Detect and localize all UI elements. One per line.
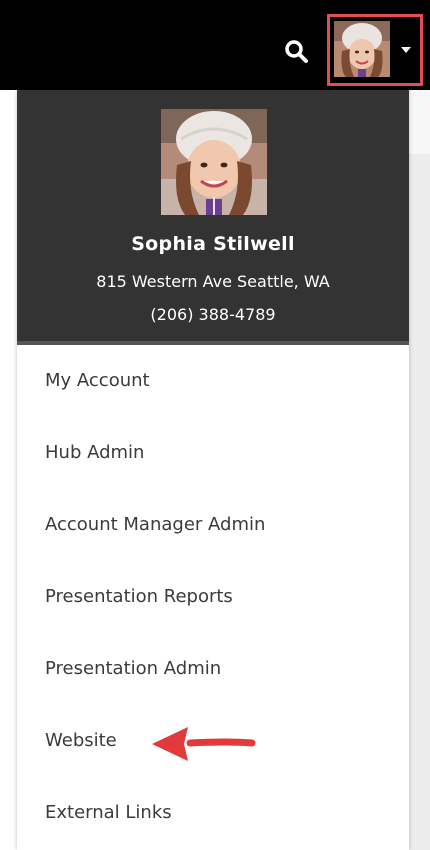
menu-item-account-manager-admin[interactable]: Account Manager Admin (17, 489, 409, 561)
page: Sophia Stilwell 815 Western Ave Seattle,… (0, 0, 430, 850)
avatar (334, 21, 390, 77)
profile-phone: (206) 388-4789 (150, 305, 276, 324)
user-menu-toggle[interactable] (327, 14, 423, 86)
search-button[interactable] (282, 37, 312, 67)
account-menu: My Account Hub Admin Account Manager Adm… (17, 345, 409, 849)
top-nav-bar (0, 0, 430, 90)
menu-item-presentation-admin[interactable]: Presentation Admin (17, 633, 409, 705)
menu-item-external-links[interactable]: External Links (17, 777, 409, 849)
menu-item-presentation-reports[interactable]: Presentation Reports (17, 561, 409, 633)
caret-down-icon (401, 47, 411, 53)
profile-card: Sophia Stilwell 815 Western Ave Seattle,… (17, 90, 409, 345)
search-icon (285, 40, 308, 63)
page-background (408, 90, 430, 850)
menu-item-hub-admin[interactable]: Hub Admin (17, 417, 409, 489)
page-background-header (408, 90, 430, 154)
profile-photo (161, 109, 267, 215)
menu-item-my-account[interactable]: My Account (17, 345, 409, 417)
profile-name: Sophia Stilwell (131, 233, 295, 255)
profile-address: 815 Western Ave Seattle, WA (96, 272, 330, 291)
red-arrow-icon (152, 727, 256, 761)
